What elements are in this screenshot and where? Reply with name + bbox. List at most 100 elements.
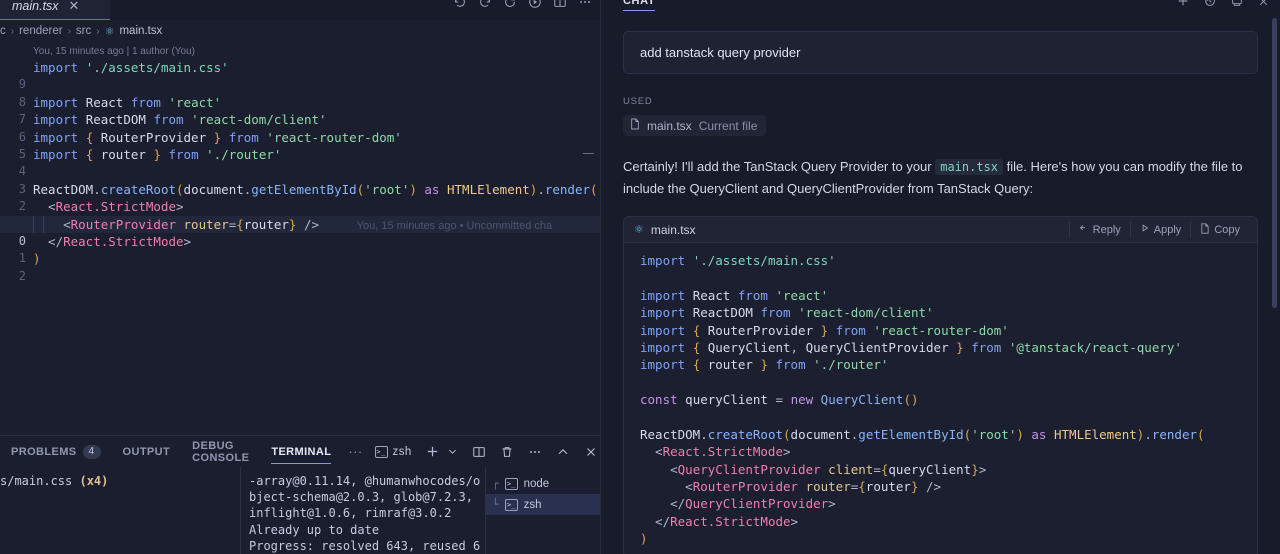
close-icon[interactable]: ✕ — [69, 0, 80, 12]
run-icon[interactable] — [528, 0, 542, 9]
new-chat-icon[interactable] — [1176, 0, 1190, 13]
code-line: import './assets/main.css' — [640, 253, 836, 268]
chat-scrollbar-thumb[interactable] — [1272, 18, 1277, 308]
assistant-code-block: ⚛ main.tsx Reply Apply Copy import './as… — [623, 216, 1258, 554]
history-icon[interactable] — [1203, 0, 1217, 13]
panel-overflow-icon[interactable]: ··· — [342, 444, 368, 459]
code-block-header: ⚛ main.tsx Reply Apply Copy — [624, 217, 1257, 243]
editor-column: main.tsx ✕ c › renderer › src › ⚛ main.t… — [0, 0, 600, 554]
code-line: 5 import { RouterProvider } from 'react-… — [0, 129, 600, 161]
panel-tab-label: OUTPUT — [122, 445, 171, 458]
new-terminal-icon[interactable] — [418, 444, 447, 459]
editor-toolbar — [453, 0, 592, 9]
code-line: 4 import { router } from './router' — [0, 146, 600, 178]
terminal-icon: >_ — [374, 445, 388, 458]
code-line: import ReactDOM from 'react-dom/client' — [640, 305, 934, 321]
code-line: 2 ReactDOM.createRoot(document.getElemen… — [0, 181, 600, 213]
code-line: </React.StrictMode> — [640, 513, 799, 529]
terminal-list-item-node[interactable]: ┌ >_ node — [486, 473, 600, 494]
redo-icon[interactable] — [478, 0, 492, 9]
chat-header: CHAT — [601, 0, 1280, 18]
breadcrumb-item-file[interactable]: main.tsx — [119, 25, 162, 37]
code-line: 3 — [0, 163, 600, 196]
code-line: 6 import ReactDOM from 'react-dom/client… — [0, 111, 600, 143]
panel-tab-label: PROBLEMS — [11, 445, 77, 458]
problem-count: (x4) — [79, 474, 109, 488]
code-block-body[interactable]: import './assets/main.css' import React … — [624, 243, 1257, 554]
chevron-right-icon: › — [10, 25, 15, 37]
code-line: </QueryClientProvider> — [640, 496, 836, 512]
terminal-list-label: node — [523, 477, 550, 490]
terminal-line: Progress: resolved 643, reused 6 — [249, 538, 481, 553]
reply-label: Reply — [1092, 223, 1121, 236]
breadcrumb-item-c[interactable]: c — [0, 25, 6, 37]
code-line: ReactDOM.createRoot(document.getElementB… — [640, 426, 1205, 442]
code-line: import { router } from './router' — [640, 357, 889, 373]
used-file-name: main.tsx — [647, 118, 692, 133]
editor-tab-main-tsx[interactable]: main.tsx ✕ — [0, 0, 110, 20]
undo-icon[interactable] — [453, 0, 467, 9]
play-icon — [1140, 223, 1150, 236]
problem-item[interactable]: s/main.css (x4) — [0, 473, 240, 490]
code-line: const queryClient = new QueryClient() — [640, 392, 919, 408]
code-line: import React from 'react' — [640, 287, 829, 303]
split-terminal-icon[interactable] — [465, 445, 493, 459]
assistant-message: Certainly! I'll add the TanStack Query P… — [623, 156, 1258, 200]
code-line: 2 ) — [0, 250, 600, 282]
inline-blame: You, 15 minutes ago • Uncommitted cha — [356, 219, 553, 232]
breadcrumb: c › renderer › src › ⚛ main.tsx — [0, 20, 600, 42]
panel-tab-terminal[interactable]: TERMINAL — [260, 436, 342, 467]
panel-tab-label: DEBUG CONSOLE — [192, 439, 250, 464]
code-line: import { RouterProvider } from 'react-ro… — [640, 322, 1009, 338]
code-line: 1 <React.StrictMode> — [0, 198, 600, 230]
panel-tab-output[interactable]: OUTPUT — [112, 436, 182, 467]
terminal-icon: >_ — [504, 477, 518, 490]
chevron-down-icon[interactable] — [447, 446, 465, 457]
chat-scrollbar[interactable] — [1269, 0, 1279, 554]
panel-more-icon[interactable] — [521, 445, 549, 459]
breadcrumb-item-src[interactable]: src — [76, 25, 91, 37]
fold-indicator[interactable] — [583, 152, 594, 155]
copy-icon — [1200, 222, 1210, 237]
used-file-subtitle: Current file — [698, 118, 758, 133]
terminal-line: bject-schema@2.0.3, glob@7.2.3, — [249, 490, 473, 505]
terminal-output[interactable]: -array@0.11.14, @humanwhocodes/o bject-sc… — [240, 467, 485, 554]
line-number: 2 — [18, 268, 26, 283]
more-actions-icon[interactable] — [578, 0, 592, 9]
code-editor[interactable]: You, 15 minutes ago | 1 author (You) 9 i… — [0, 42, 600, 435]
user-message: add tanstack query provider — [623, 31, 1258, 74]
app-window: main.tsx ✕ c › renderer › src › ⚛ main.t… — [0, 0, 1280, 554]
react-file-icon: ⚛ — [634, 224, 644, 236]
file-icon — [630, 118, 640, 133]
terminal-list-item-zsh[interactable]: └ >_ zsh — [486, 494, 600, 515]
editor-tab-label: main.tsx — [12, 0, 59, 13]
reply-button[interactable]: Reply — [1068, 221, 1130, 238]
editor-tab-strip: main.tsx ✕ — [0, 0, 600, 20]
chevron-right-icon: › — [67, 25, 71, 37]
terminal-line: -array@0.11.14, @humanwhocodes/o — [249, 474, 481, 488]
kill-terminal-icon[interactable] — [493, 445, 521, 459]
problems-pane: s/main.css (x4) — [0, 467, 240, 554]
code-line: <QueryClientProvider client={queryClient… — [640, 461, 987, 477]
refresh-icon[interactable] — [503, 0, 517, 9]
panel-body: s/main.css (x4) -array@0.11.14, @humanwh… — [0, 467, 600, 554]
panel-tab-problems[interactable]: PROBLEMS 4 — [0, 436, 112, 467]
split-editor-icon[interactable] — [553, 0, 567, 9]
panel-tab-debug-console[interactable]: DEBUG CONSOLE — [181, 436, 260, 467]
apply-button[interactable]: Apply — [1129, 221, 1191, 238]
terminal-list-label: zsh — [523, 498, 542, 511]
reply-icon — [1079, 223, 1089, 236]
chat-conversation[interactable]: add tanstack query provider USED main.ts… — [601, 18, 1280, 554]
maximize-panel-icon[interactable] — [549, 445, 577, 459]
save-chat-icon[interactable] — [1230, 0, 1244, 13]
bottom-panel: PROBLEMS 4 OUTPUT DEBUG CONSOLE TERMINAL… — [0, 435, 600, 554]
panel-tab-bar: PROBLEMS 4 OUTPUT DEBUG CONSOLE TERMINAL… — [0, 436, 600, 467]
terminal-shell-selector[interactable]: >_ zsh — [369, 445, 418, 458]
copy-button[interactable]: Copy — [1190, 221, 1249, 238]
tree-branch-icon: └ — [492, 498, 499, 511]
breadcrumb-item-renderer[interactable]: renderer — [19, 25, 62, 37]
used-context-chip[interactable]: main.tsx Current file — [623, 115, 767, 136]
